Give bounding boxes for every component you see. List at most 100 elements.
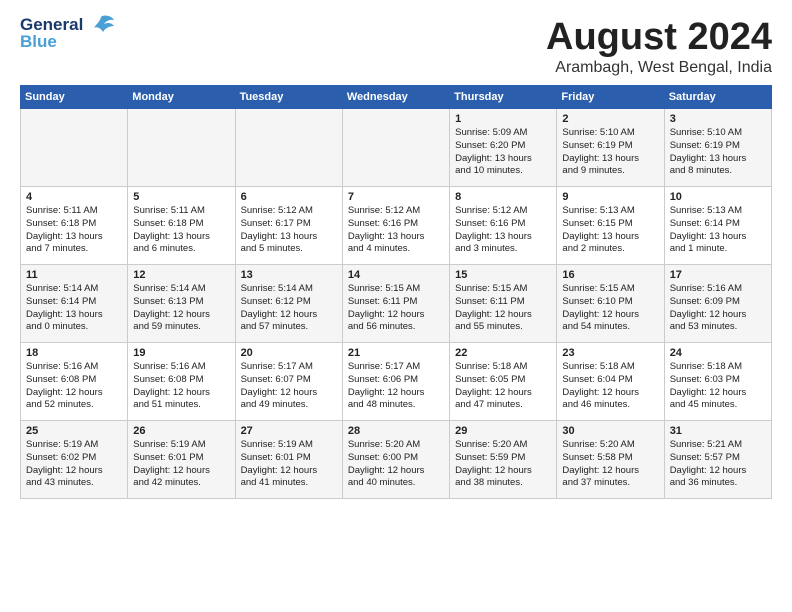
day-info: Sunrise: 5:18 AM (562, 361, 658, 374)
day-info: Sunset: 5:59 PM (455, 452, 551, 465)
day-number: 9 (562, 191, 658, 203)
day-info: and 51 minutes. (133, 399, 229, 412)
day-info: Sunset: 6:13 PM (133, 296, 229, 309)
day-info: Sunset: 6:17 PM (241, 218, 337, 231)
day-info: Sunrise: 5:12 AM (348, 205, 444, 218)
calendar-cell-2-3: 14Sunrise: 5:15 AMSunset: 6:11 PMDayligh… (342, 265, 449, 343)
day-info: Sunrise: 5:11 AM (26, 205, 122, 218)
day-info: Sunrise: 5:19 AM (133, 439, 229, 452)
day-info: Sunset: 6:19 PM (562, 140, 658, 153)
day-number: 21 (348, 347, 444, 359)
day-info: Daylight: 12 hours (241, 309, 337, 322)
day-info: Sunrise: 5:20 AM (562, 439, 658, 452)
day-info: Daylight: 12 hours (670, 309, 766, 322)
day-number: 6 (241, 191, 337, 203)
day-info: Sunset: 6:01 PM (133, 452, 229, 465)
day-info: Sunset: 6:05 PM (455, 374, 551, 387)
day-info: Sunrise: 5:21 AM (670, 439, 766, 452)
day-info: and 54 minutes. (562, 321, 658, 334)
calendar-cell-0-4: 1Sunrise: 5:09 AMSunset: 6:20 PMDaylight… (450, 109, 557, 187)
day-info: Daylight: 13 hours (241, 231, 337, 244)
calendar-cell-1-2: 6 Sunrise: 5:12 AMSunset: 6:17 PMDaylight… (235, 187, 342, 265)
col-monday: Monday (128, 86, 235, 109)
day-info: Sunrise: 5:13 AM (562, 205, 658, 218)
day-info: Sunrise: 5:12 AM (241, 205, 337, 218)
day-info: Sunrise: 5:18 AM (455, 361, 551, 374)
calendar-cell-2-6: 17Sunrise: 5:16 AMSunset: 6:09 PMDayligh… (664, 265, 771, 343)
col-friday: Friday (557, 86, 664, 109)
calendar-cell-3-0: 18Sunrise: 5:16 AMSunset: 6:08 PMDayligh… (21, 343, 128, 421)
calendar-cell-2-0: 11Sunrise: 5:14 AMSunset: 6:14 PMDayligh… (21, 265, 128, 343)
calendar-cell-3-6: 24Sunrise: 5:18 AMSunset: 6:03 PMDayligh… (664, 343, 771, 421)
calendar-week-0: 1Sunrise: 5:09 AMSunset: 6:20 PMDaylight… (21, 109, 772, 187)
day-number: 16 (562, 269, 658, 281)
day-info: Daylight: 12 hours (26, 465, 122, 478)
page-container: General Blue August 2024 Arambagh, West … (0, 0, 792, 509)
day-info: Sunset: 6:11 PM (348, 296, 444, 309)
day-info: Sunset: 6:16 PM (348, 218, 444, 231)
day-info: Sunset: 6:16 PM (455, 218, 551, 231)
calendar-week-2: 11Sunrise: 5:14 AMSunset: 6:14 PMDayligh… (21, 265, 772, 343)
day-info: Daylight: 13 hours (26, 231, 122, 244)
day-number: 13 (241, 269, 337, 281)
day-info: Sunset: 6:14 PM (26, 296, 122, 309)
calendar-cell-4-2: 27Sunrise: 5:19 AMSunset: 6:01 PMDayligh… (235, 421, 342, 499)
day-info: and 56 minutes. (348, 321, 444, 334)
day-info: and 57 minutes. (241, 321, 337, 334)
day-info: and 49 minutes. (241, 399, 337, 412)
calendar-cell-0-1 (128, 109, 235, 187)
day-number: 28 (348, 425, 444, 437)
logo: General Blue (20, 16, 116, 50)
day-info: and 9 minutes. (562, 165, 658, 178)
calendar-cell-2-2: 13 Sunrise: 5:14 AMSunset: 6:12 PMDayligh… (235, 265, 342, 343)
day-info: Daylight: 12 hours (562, 387, 658, 400)
day-number: 11 (26, 269, 122, 281)
title-section: August 2024 Arambagh, West Bengal, India (546, 16, 772, 77)
day-info: Sunset: 6:01 PM (241, 452, 337, 465)
day-info: Sunset: 6:12 PM (241, 296, 337, 309)
day-info: Sunset: 6:04 PM (562, 374, 658, 387)
calendar-cell-0-0 (21, 109, 128, 187)
calendar-cell-1-4: 8Sunrise: 5:12 AMSunset: 6:16 PMDaylight… (450, 187, 557, 265)
calendar-cell-4-1: 26Sunrise: 5:19 AMSunset: 6:01 PMDayligh… (128, 421, 235, 499)
day-info: Sunrise: 5:14 AM (133, 283, 229, 296)
day-info: Daylight: 13 hours (26, 309, 122, 322)
calendar-week-4: 25Sunrise: 5:19 AMSunset: 6:02 PMDayligh… (21, 421, 772, 499)
day-info: Sunrise: 5:15 AM (562, 283, 658, 296)
day-info: and 42 minutes. (133, 477, 229, 490)
calendar-cell-0-6: 3Sunrise: 5:10 AMSunset: 6:19 PMDaylight… (664, 109, 771, 187)
day-info: and 2 minutes. (562, 243, 658, 256)
day-info: Sunrise: 5:16 AM (26, 361, 122, 374)
col-saturday: Saturday (664, 86, 771, 109)
day-info: and 6 minutes. (133, 243, 229, 256)
calendar-cell-3-3: 21Sunrise: 5:17 AMSunset: 6:06 PMDayligh… (342, 343, 449, 421)
day-info: Sunrise: 5:14 AM (241, 283, 337, 296)
day-info: and 36 minutes. (670, 477, 766, 490)
col-thursday: Thursday (450, 86, 557, 109)
day-number: 7 (348, 191, 444, 203)
day-info: Daylight: 12 hours (26, 387, 122, 400)
day-info: Sunrise: 5:10 AM (670, 127, 766, 140)
calendar-cell-3-5: 23Sunrise: 5:18 AMSunset: 6:04 PMDayligh… (557, 343, 664, 421)
day-info: Sunset: 6:19 PM (670, 140, 766, 153)
day-number: 31 (670, 425, 766, 437)
day-info: Sunrise: 5:16 AM (133, 361, 229, 374)
day-info: and 48 minutes. (348, 399, 444, 412)
day-info: Daylight: 12 hours (455, 387, 551, 400)
day-info: Sunset: 5:58 PM (562, 452, 658, 465)
day-info: Sunrise: 5:12 AM (455, 205, 551, 218)
calendar-cell-1-3: 7Sunrise: 5:12 AMSunset: 6:16 PMDaylight… (342, 187, 449, 265)
day-info: Sunrise: 5:15 AM (348, 283, 444, 296)
day-info: and 3 minutes. (455, 243, 551, 256)
day-info: and 43 minutes. (26, 477, 122, 490)
day-number: 20 (241, 347, 337, 359)
day-number: 30 (562, 425, 658, 437)
day-info: Sunset: 6:02 PM (26, 452, 122, 465)
day-info: and 8 minutes. (670, 165, 766, 178)
day-info: and 53 minutes. (670, 321, 766, 334)
day-info: Sunrise: 5:15 AM (455, 283, 551, 296)
day-info: Sunset: 6:11 PM (455, 296, 551, 309)
logo-blue: Blue (20, 33, 83, 50)
calendar-cell-4-4: 29Sunrise: 5:20 AMSunset: 5:59 PMDayligh… (450, 421, 557, 499)
calendar-cell-1-0: 4Sunrise: 5:11 AMSunset: 6:18 PMDaylight… (21, 187, 128, 265)
